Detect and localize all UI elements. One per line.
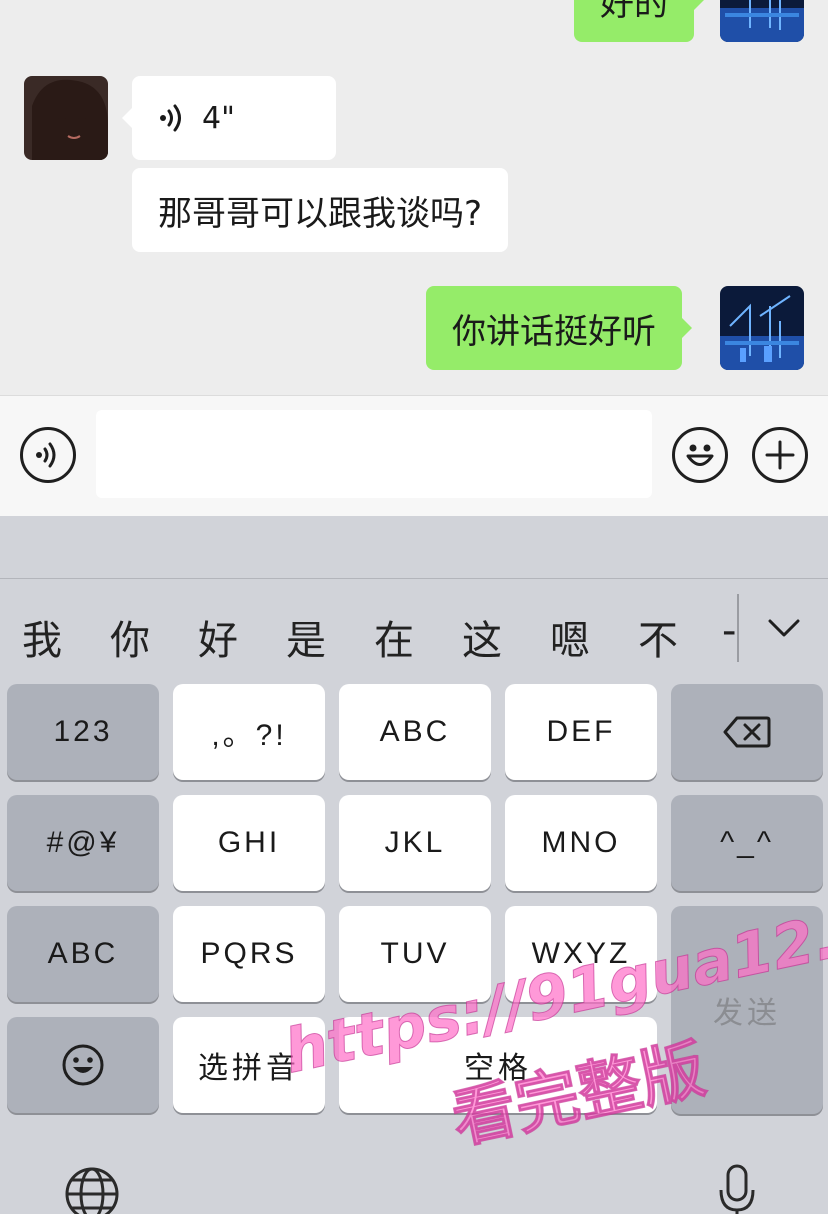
emoji-key[interactable] — [7, 1017, 159, 1113]
candidate-word[interactable]: 不 — [638, 608, 678, 666]
candidate-divider — [737, 594, 739, 662]
candidate-word[interactable]: 这 — [462, 608, 502, 666]
keyboard-system-row — [0, 1136, 828, 1214]
keyboard-toolbar — [0, 516, 828, 579]
key-tuv[interactable]: TUV — [339, 906, 491, 1002]
message-text: 好的 — [600, 0, 668, 24]
english-mode-key[interactable]: ABC — [7, 906, 159, 1002]
key-label: 空格 — [464, 1051, 532, 1086]
key-label: ABC — [47, 937, 119, 970]
voice-message-bubble[interactable]: 4" — [122, 76, 336, 160]
send-key[interactable]: 发送 — [671, 906, 823, 1114]
key-def[interactable]: DEF — [505, 684, 657, 780]
message-bubble-outgoing[interactable]: 你讲话挺好听 — [426, 286, 692, 370]
collapse-candidates-button[interactable] — [762, 606, 806, 650]
key-abc[interactable]: ABC — [339, 684, 491, 780]
key-label: ABC — [379, 715, 451, 748]
backspace-icon — [723, 716, 771, 748]
chat-message-list[interactable]: 好的 4" 那哥哥可以跟我谈吗? 你讲话挺好听 — [0, 0, 828, 395]
candidate-word[interactable]: 嗯 — [550, 608, 590, 666]
kaomoji-key[interactable]: ^_^ — [671, 795, 823, 891]
key-label: WXYZ — [531, 937, 631, 970]
microphone-icon — [719, 1164, 755, 1214]
voice-mode-icon — [36, 442, 56, 468]
key-mno[interactable]: MNO — [505, 795, 657, 891]
candidate-word[interactable]: 好 — [198, 608, 238, 666]
key-label: GHI — [217, 826, 281, 859]
key-wxyz[interactable]: WXYZ — [505, 906, 657, 1002]
chevron-down-icon — [768, 619, 800, 637]
numbers-key[interactable]: 123 — [7, 684, 159, 780]
plus-icon — [765, 440, 795, 470]
punctuation-key[interactable]: ,。?! — [173, 684, 325, 780]
key-jkl[interactable]: JKL — [339, 795, 491, 891]
my-avatar[interactable] — [720, 0, 804, 42]
emoji-button[interactable] — [672, 427, 728, 483]
message-bubble-incoming[interactable]: 那哥哥可以跟我谈吗? — [132, 168, 509, 252]
my-avatar[interactable] — [720, 286, 804, 370]
ime-keyboard: 我 你 好 是 在 这 嗯 不 - 123 ,。?! ABC DEF #@¥ G… — [0, 516, 828, 1214]
message-text: 那哥哥可以跟我谈吗? — [158, 193, 483, 234]
key-label: ^_^ — [720, 826, 774, 859]
voice-wave-icon — [158, 101, 188, 135]
candidate-word[interactable]: 在 — [374, 608, 414, 666]
symbols-key[interactable]: #@¥ — [7, 795, 159, 891]
emoji-icon — [62, 1044, 104, 1086]
space-key[interactable]: 空格 — [339, 1017, 657, 1113]
candidate-word[interactable]: 我 — [22, 608, 62, 666]
key-label: 选拼音 — [198, 1051, 300, 1086]
key-label: DEF — [546, 715, 616, 748]
candidate-bar: 我 你 好 是 在 这 嗯 不 - — [0, 580, 738, 690]
key-pqrs[interactable]: PQRS — [173, 906, 325, 1002]
key-label: PQRS — [200, 937, 298, 970]
voice-duration: 4" — [202, 100, 235, 136]
message-input[interactable] — [96, 410, 652, 498]
candidate-word[interactable]: - — [722, 608, 736, 654]
key-label: 123 — [53, 715, 113, 748]
candidate-word[interactable]: 是 — [286, 608, 326, 666]
voice-mode-button[interactable] — [20, 427, 76, 483]
key-label: TUV — [380, 937, 450, 970]
message-text: 你讲话挺好听 — [452, 311, 656, 352]
contact-avatar[interactable] — [24, 76, 108, 160]
key-ghi[interactable]: GHI — [173, 795, 325, 891]
key-label: MNO — [541, 826, 621, 859]
key-label: JKL — [384, 826, 446, 859]
message-bubble-outgoing[interactable]: 好的 — [574, 0, 704, 42]
pinyin-select-key[interactable]: 选拼音 — [173, 1017, 325, 1113]
emoji-icon — [686, 444, 714, 466]
candidate-word[interactable]: 你 — [110, 608, 150, 666]
more-button[interactable] — [752, 427, 808, 483]
key-label: 发送 — [713, 996, 781, 1031]
globe-icon — [65, 1167, 119, 1214]
message-input-bar — [0, 395, 828, 516]
globe-button[interactable] — [60, 1162, 124, 1214]
key-label: ,。?! — [211, 719, 287, 752]
backspace-key[interactable] — [671, 684, 823, 780]
dictation-button[interactable] — [712, 1162, 762, 1214]
key-label: #@¥ — [46, 826, 120, 859]
